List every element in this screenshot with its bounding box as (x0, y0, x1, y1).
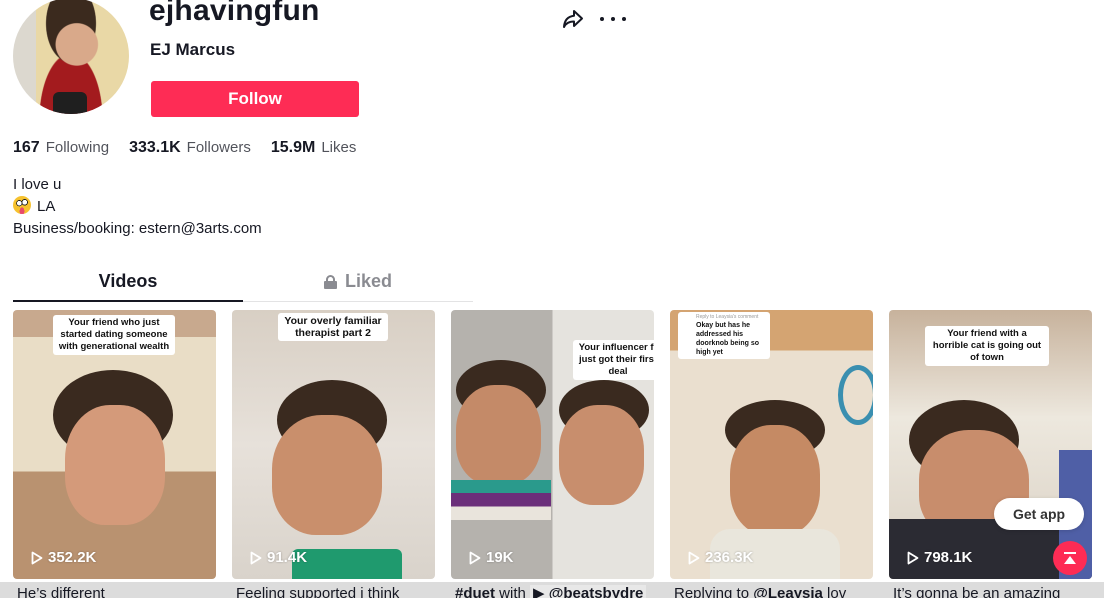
lock-icon (323, 274, 337, 289)
video-overlay-text: Your overly familiar therapist part 2 (278, 313, 388, 341)
hashtag-link[interactable]: #duet (455, 585, 495, 598)
video-card[interactable]: Your friend with a horrible cat is going… (889, 310, 1092, 579)
view-count: 352.2K (31, 549, 96, 566)
video-overlay-text: Your friend with a horrible cat is going… (925, 326, 1049, 366)
view-count: 91.4K (250, 549, 307, 566)
play-icon (31, 551, 43, 564)
tab-liked[interactable]: Liked (243, 262, 473, 301)
video-title[interactable]: Feeling supported i think (232, 585, 435, 598)
stat-followers[interactable]: 333.1K Followers (129, 139, 251, 157)
video-grid: Your friend who just started dating some… (13, 310, 1092, 579)
video-overlay-text: Your influencer fr just got their first … (573, 340, 654, 380)
video-title[interactable]: It’s gonna be an amazing (889, 585, 1092, 598)
avatar (13, 0, 129, 114)
video-card[interactable]: Your overly familiar therapist part 2 91… (232, 310, 435, 579)
video-overlay-text: Your friend who just started dating some… (53, 315, 175, 355)
username: ejhavingfun (149, 0, 320, 27)
follow-button[interactable]: Follow (151, 81, 359, 117)
play-icon (250, 551, 262, 564)
video-title[interactable]: Replying to @Leaysia lov (670, 585, 873, 598)
tab-videos[interactable]: Videos (13, 262, 243, 302)
bio: I love u LA Business/booking: estern@3ar… (13, 174, 262, 240)
video-card[interactable]: Your influencer fr just got their first … (451, 310, 654, 579)
get-app-button[interactable]: Get app (994, 498, 1084, 530)
view-count: 798.1K (907, 549, 972, 566)
video-title[interactable]: #duet with ▶ @beatsbydre (451, 585, 654, 598)
more-icon[interactable] (600, 8, 626, 30)
play-icon (688, 551, 700, 564)
bio-line: I love u (13, 176, 62, 193)
display-name: EJ Marcus (150, 40, 236, 59)
video-overlay-text: Reply to Leaysia's comment Okay but has … (678, 312, 770, 359)
stat-following[interactable]: 167 Following (13, 139, 109, 157)
bio-line-contact: Business/booking: estern@3arts.com (13, 220, 262, 237)
share-icon[interactable] (561, 7, 585, 31)
profile-stats: 167 Following 333.1K Followers 15.9M Likes (13, 139, 356, 157)
play-icon (907, 551, 919, 564)
video-card[interactable]: Reply to Leaysia's comment Okay but has … (670, 310, 873, 579)
play-icon (469, 551, 481, 564)
back-to-top-button[interactable] (1053, 541, 1087, 575)
stat-likes: 15.9M Likes (270, 139, 357, 156)
bio-line-location: LA (13, 196, 262, 218)
view-count: 236.3K (688, 549, 753, 566)
arrow-up-icon (1064, 552, 1076, 564)
video-card[interactable]: Your friend who just started dating some… (13, 310, 216, 579)
mention-link[interactable]: ▶ @beatsbydre (530, 585, 647, 598)
video-titles: He’s different Feeling supported i think… (13, 585, 1092, 598)
profile-tabs: Videos Liked (13, 262, 473, 302)
view-count: 19K (469, 549, 514, 566)
mention-link[interactable]: @Leaysia (753, 585, 823, 598)
video-title[interactable]: He’s different (13, 585, 216, 598)
zany-face-emoji-icon (13, 196, 31, 214)
